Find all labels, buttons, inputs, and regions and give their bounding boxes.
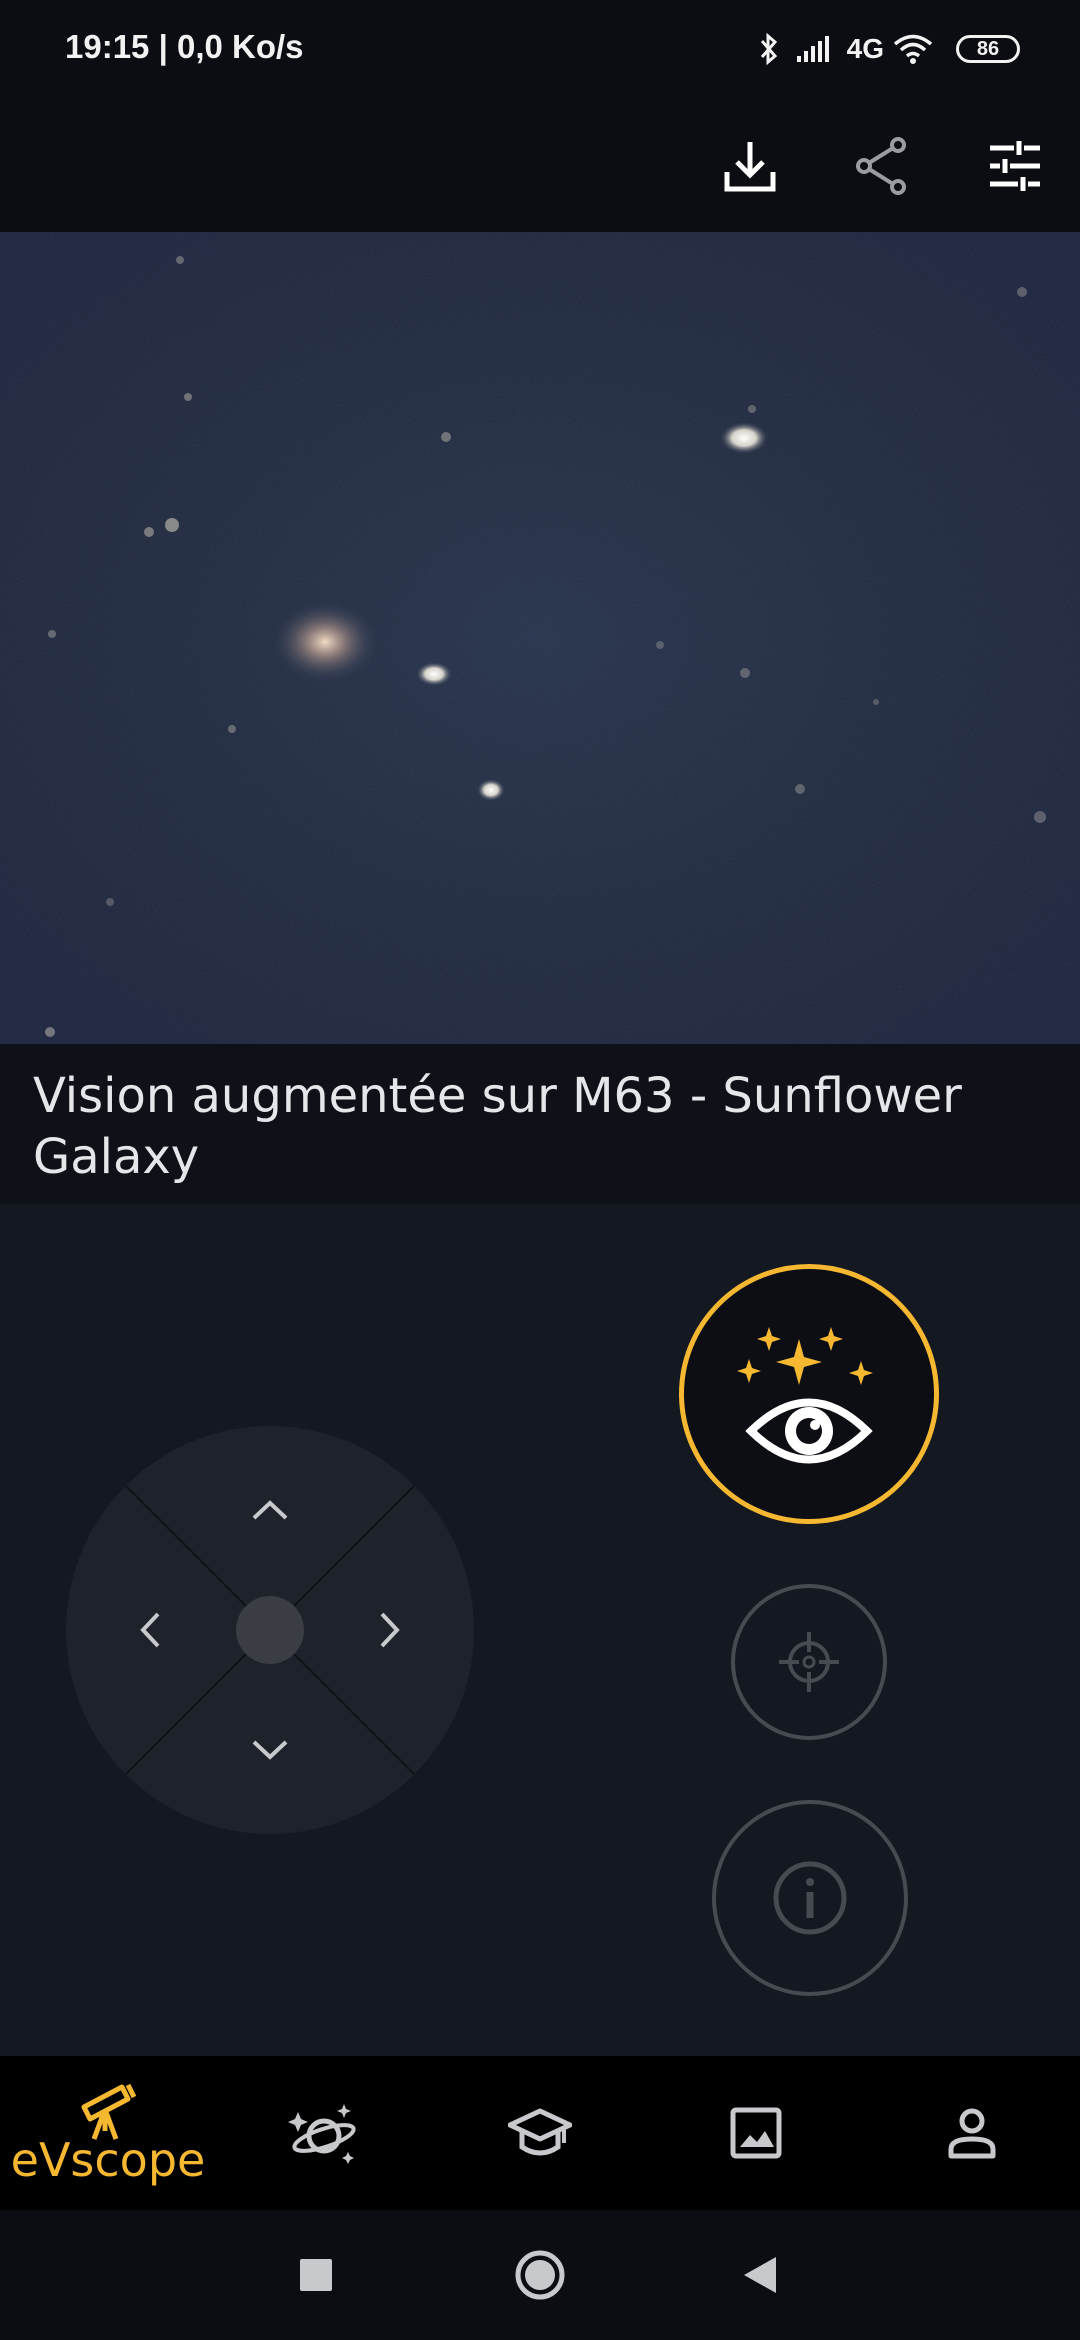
share-icon — [856, 137, 906, 195]
battery-indicator: 86 — [956, 35, 1020, 63]
chevron-up-icon — [252, 1500, 288, 1520]
square-icon — [300, 2259, 332, 2291]
chevron-right-icon — [380, 1612, 400, 1648]
nav-item-gallery[interactable] — [648, 2056, 864, 2210]
info-icon — [773, 1861, 847, 1935]
signal-icon — [796, 36, 829, 62]
download-button[interactable] — [710, 126, 790, 206]
direction-pad-center[interactable] — [236, 1596, 304, 1664]
move-up-button[interactable] — [230, 1470, 310, 1550]
tune-icon — [990, 141, 1040, 191]
recent-apps-button[interactable] — [276, 2240, 356, 2310]
nav-item-evscope[interactable]: eVscope — [0, 2056, 216, 2210]
graduation-cap-icon — [508, 2108, 572, 2156]
home-button[interactable] — [500, 2240, 580, 2310]
back-triangle-icon — [744, 2257, 776, 2293]
image-caption: Vision augmentée sur M63 - Sunflower Gal… — [0, 1044, 1080, 1204]
nav-label-evscope: eVscope — [10, 2133, 206, 2187]
image-title: Vision augmentée sur M63 - Sunflower Gal… — [33, 1068, 962, 1185]
crosshair-icon — [779, 1632, 839, 1692]
status-time: 19:15 | 0,0 Ko/s — [65, 28, 304, 65]
nav-item-learn[interactable] — [432, 2056, 648, 2210]
download-icon — [724, 142, 776, 192]
info-button[interactable] — [712, 1800, 908, 1996]
circle-icon — [515, 2250, 565, 2300]
target-button[interactable] — [731, 1584, 887, 1740]
telescope-icon — [81, 2083, 137, 2140]
nav-item-profile[interactable] — [864, 2056, 1080, 2210]
image-icon — [730, 2107, 782, 2159]
status-bar: 19:15 | 0,0 Ko/s 4G 86 — [0, 0, 1080, 100]
sparkle-eye-icon — [737, 1327, 873, 1464]
move-down-button[interactable] — [230, 1710, 310, 1790]
bluetooth-icon — [760, 32, 777, 66]
telescope-image — [0, 232, 1080, 1044]
move-left-button[interactable] — [110, 1590, 190, 1670]
chevron-down-icon — [252, 1740, 288, 1760]
planet-icon — [288, 2104, 356, 2164]
network-type: 4G — [846, 33, 884, 64]
enhanced-vision-button[interactable] — [679, 1264, 939, 1524]
nav-item-explore[interactable] — [216, 2056, 432, 2210]
settings-tune-button[interactable] — [975, 126, 1055, 206]
move-right-button[interactable] — [350, 1590, 430, 1670]
person-icon — [948, 2108, 996, 2159]
top-app-bar — [0, 100, 1080, 232]
chevron-left-icon — [140, 1612, 160, 1648]
wifi-icon — [893, 34, 933, 64]
bottom-navigation: eVscope — [0, 2056, 1080, 2210]
status-icons: 4G 86 — [757, 26, 1020, 72]
back-button[interactable] — [720, 2240, 800, 2310]
share-button[interactable] — [842, 126, 922, 206]
system-navigation-bar — [0, 2210, 1080, 2340]
